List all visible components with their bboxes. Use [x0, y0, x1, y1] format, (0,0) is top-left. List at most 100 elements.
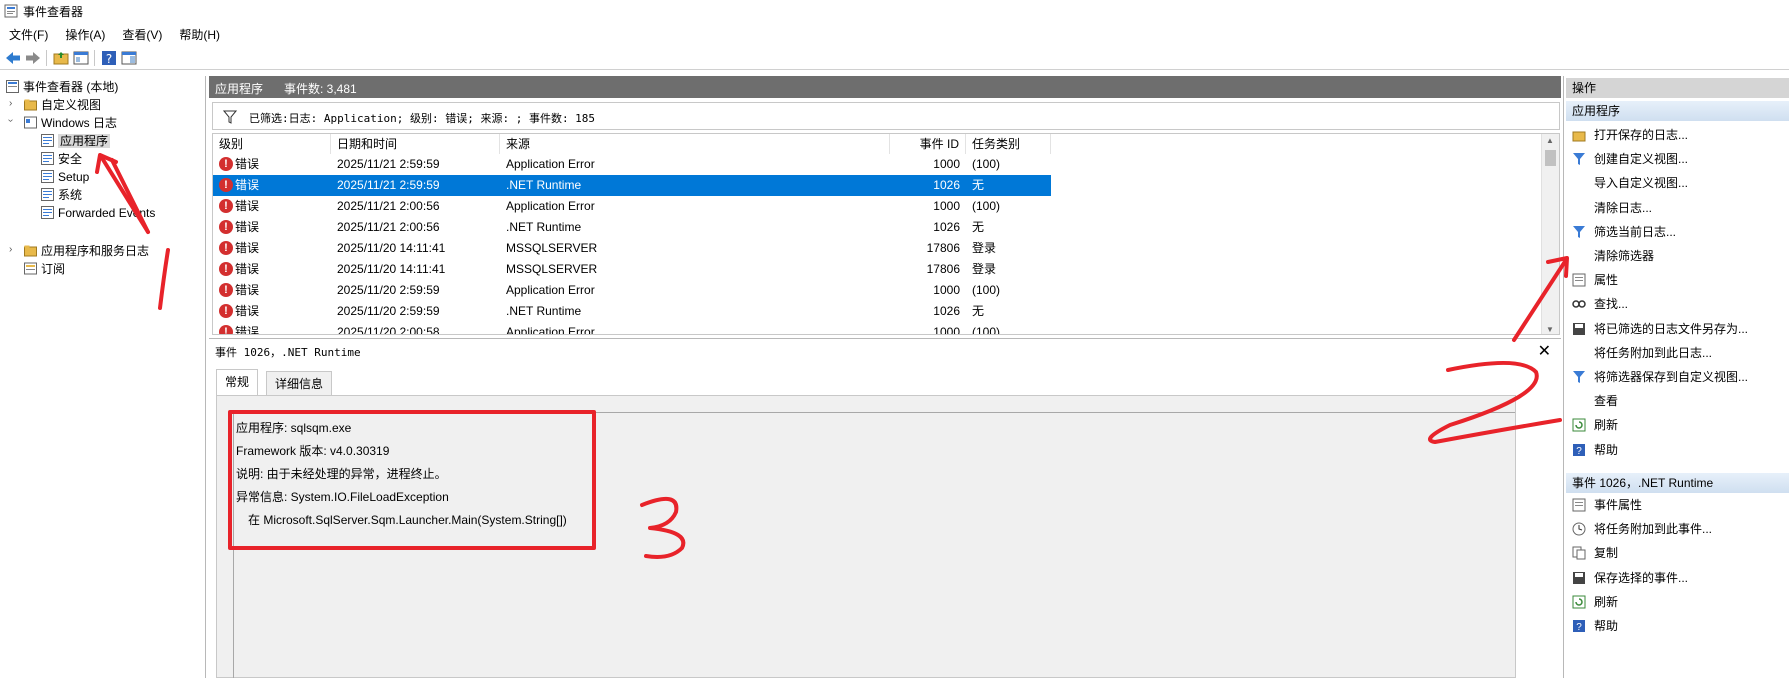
action-item[interactable]: 打开保存的日志... — [1572, 125, 1688, 145]
filter-icon — [223, 110, 237, 124]
close-icon[interactable]: ✕ — [1538, 341, 1551, 361]
action-item[interactable]: ? 帮助 — [1572, 616, 1618, 636]
grid-vertical-scrollbar[interactable]: ▲ ▼ — [1541, 134, 1559, 334]
expand-arrow-icon[interactable]: › — [9, 244, 12, 255]
log-icon — [41, 188, 54, 201]
cell-level: 错误 — [235, 241, 260, 255]
tree-label-windows-logs: Windows 日志 — [41, 116, 118, 130]
tree-item-forwarded-events[interactable]: Forwarded Events — [41, 204, 155, 222]
help-icon: ? — [1573, 620, 1585, 633]
tree-item-setup[interactable]: Setup — [41, 168, 89, 186]
collapse-arrow-icon[interactable]: › — [5, 119, 16, 122]
column-header-source[interactable]: 来源 — [500, 134, 890, 154]
show-hide-tree-icon[interactable] — [72, 49, 90, 67]
action-label: 筛选当前日志... — [1594, 224, 1677, 239]
menu-action[interactable]: 操作(A) — [56, 24, 113, 43]
table-row[interactable]: ! 错误 2025/11/20 14:11:41 MSSQLSERVER 17806 登录 — [213, 238, 1051, 259]
table-row[interactable]: ! 错误 2025/11/21 2:00:56 Application Error 10… — [213, 196, 1051, 217]
windows-logs-icon — [24, 116, 37, 129]
action-item[interactable]: 将筛选器保存到自定义视图... — [1572, 367, 1748, 387]
error-icon: ! — [219, 262, 233, 276]
action-item[interactable]: 将任务附加到此日志... — [1572, 343, 1712, 363]
action-item[interactable]: 导入自定义视图... — [1572, 173, 1688, 193]
action-label: 刷新 — [1594, 594, 1619, 609]
error-icon: ! — [219, 157, 233, 171]
tree-item-custom-views[interactable]: 自定义视图 — [24, 96, 101, 114]
cell-source: MSSQLSERVER — [506, 241, 598, 255]
log-icon — [41, 170, 54, 183]
menu-view[interactable]: 查看(V) — [113, 24, 170, 43]
action-label: 将任务附加到此事件... — [1594, 522, 1713, 537]
action-item[interactable]: 事件属性 — [1572, 495, 1642, 515]
show-hide-action-pane-icon[interactable] — [120, 49, 138, 67]
action-item[interactable]: 清除筛选器 — [1572, 246, 1654, 266]
table-row[interactable]: ! 错误 2025/11/20 2:59:59 .NET Runtime 1026 无 — [213, 301, 1051, 322]
menu-help[interactable]: 帮助(H) — [170, 24, 228, 43]
table-row[interactable]: ! 错误 2025/11/20 2:00:58 Application Error 10… — [213, 322, 1051, 334]
action-item[interactable]: 刷新 — [1572, 415, 1618, 435]
event-detail-title: 事件 1026，.NET Runtime — [215, 346, 361, 359]
column-header-task-category[interactable]: 任务类别 — [966, 134, 1051, 154]
tab-general[interactable]: 常规 — [216, 369, 259, 396]
action-item[interactable]: 刷新 — [1572, 592, 1618, 612]
error-icon: ! — [219, 241, 233, 255]
cell-event-id: 1026 — [933, 178, 960, 192]
tab-details[interactable]: 详细信息 — [266, 371, 333, 396]
table-row[interactable]: ! 错误 2025/11/20 14:11:41 MSSQLSERVER 17806 登录 — [213, 259, 1051, 280]
expand-arrow-icon[interactable]: › — [9, 98, 12, 109]
action-item[interactable]: 属性 — [1572, 270, 1618, 290]
tree-item-subscriptions[interactable]: 订阅 — [24, 260, 65, 278]
table-row[interactable]: ! 错误 2025/11/21 2:00:56 .NET Runtime 1026 无 — [213, 217, 1051, 238]
tree-item-application[interactable]: 应用程序 — [41, 132, 111, 150]
table-row[interactable]: ! 错误 2025/11/20 2:59:59 Application Error 10… — [213, 280, 1051, 301]
action-item[interactable]: 复制 — [1572, 543, 1618, 563]
action-label: 帮助 — [1594, 442, 1619, 457]
tree-item-system[interactable]: 系统 — [41, 186, 82, 204]
column-header-level[interactable]: 级别 — [213, 134, 331, 154]
tree-item-app-service-logs[interactable]: 应用程序和服务日志 — [24, 242, 149, 260]
tree-item-root[interactable]: 事件查看器 (本地) — [6, 78, 118, 96]
cell-level: 错误 — [235, 157, 260, 171]
help-icon[interactable]: ? — [100, 49, 118, 67]
action-item[interactable]: 将已筛选的日志文件另存为... — [1572, 319, 1748, 339]
action-item[interactable]: 筛选当前日志... — [1572, 222, 1676, 242]
actions-header: 操作 — [1566, 78, 1789, 98]
tree-item-security[interactable]: 安全 — [41, 150, 82, 168]
action-item[interactable]: 创建自定义视图... — [1572, 149, 1688, 169]
log-icon — [41, 152, 54, 165]
action-item[interactable]: 查看 — [1572, 391, 1618, 411]
actions-section-event[interactable]: 事件 1026，.NET Runtime — [1566, 473, 1789, 493]
action-item[interactable]: ? 帮助 — [1572, 440, 1618, 460]
event-detail-text-area[interactable] — [233, 412, 1515, 678]
scroll-down-icon[interactable]: ▼ — [1546, 325, 1554, 334]
table-row[interactable]: ! 错误 2025/11/21 2:59:59 .NET Runtime 1026 无 — [213, 175, 1051, 196]
detail-line-framework: Framework 版本: v4.0.30319 — [236, 444, 390, 458]
event-grid: 级别 日期和时间 来源 事件 ID 任务类别 ! 错误 2025/11/21 2:5… — [212, 133, 1560, 335]
tree-item-windows-logs[interactable]: Windows 日志 — [24, 114, 117, 132]
menu-file[interactable]: 文件(F) — [0, 24, 56, 43]
table-row[interactable]: ! 错误 2025/11/21 2:59:59 Application Error 10… — [213, 154, 1051, 175]
action-label: 将已筛选的日志文件另存为... — [1594, 321, 1749, 336]
log-header: 应用程序 事件数: 3,481 — [209, 76, 1561, 98]
cell-datetime: 2025/11/21 2:59:59 — [337, 178, 440, 192]
scroll-thumb[interactable] — [1545, 150, 1556, 166]
action-item[interactable]: 清除日志... — [1572, 198, 1652, 218]
column-header-datetime[interactable]: 日期和时间 — [331, 134, 500, 154]
forward-arrow-icon[interactable] — [24, 49, 42, 67]
cell-level: 错误 — [235, 262, 260, 276]
column-header-event-id[interactable]: 事件 ID — [890, 134, 966, 154]
cell-task-category: 登录 — [972, 262, 997, 276]
back-arrow-icon[interactable] — [4, 49, 22, 67]
cell-task-category: 登录 — [972, 241, 997, 255]
folder-up-icon[interactable] — [52, 49, 70, 67]
svg-text:?: ? — [1576, 622, 1582, 633]
action-item[interactable]: 保存选择的事件... — [1572, 568, 1688, 588]
cell-source: Application Error — [506, 199, 595, 213]
copy-icon — [1572, 546, 1586, 560]
save-icon — [1573, 322, 1585, 335]
action-item[interactable]: 查找... — [1572, 294, 1628, 314]
actions-section-application[interactable]: 应用程序 — [1566, 101, 1789, 121]
scroll-up-icon[interactable]: ▲ — [1546, 136, 1554, 145]
folder-icon — [24, 99, 37, 111]
action-item[interactable]: 将任务附加到此事件... — [1572, 519, 1712, 539]
